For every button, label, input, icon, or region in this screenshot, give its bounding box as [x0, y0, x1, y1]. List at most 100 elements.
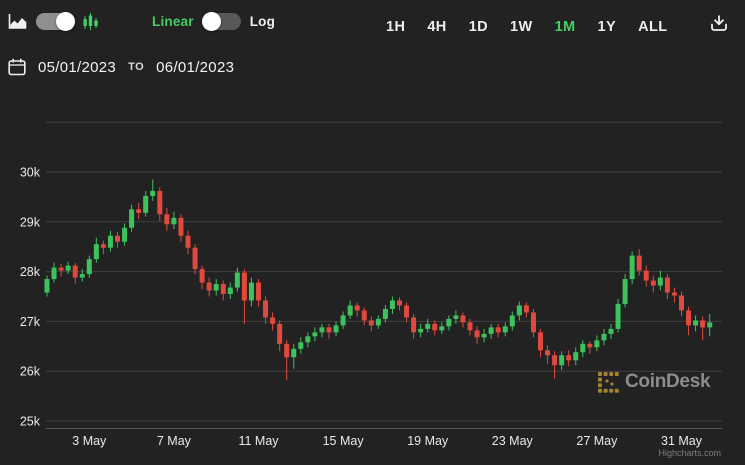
candle[interactable]: [679, 291, 684, 317]
candle[interactable]: [326, 323, 332, 339]
candle[interactable]: [538, 328, 543, 358]
range-1m[interactable]: 1M: [555, 19, 576, 35]
candle[interactable]: [601, 328, 607, 346]
candle[interactable]: [404, 302, 410, 323]
scale-toggle[interactable]: [201, 12, 241, 31]
candle[interactable]: [368, 316, 374, 332]
calendar-icon[interactable]: [8, 58, 26, 76]
candle[interactable]: [157, 186, 163, 221]
range-4h[interactable]: 4H: [427, 19, 446, 35]
candle[interactable]: [305, 332, 311, 348]
candle[interactable]: [643, 265, 649, 287]
candle[interactable]: [51, 262, 57, 283]
candle[interactable]: [523, 302, 529, 318]
candle[interactable]: [72, 263, 78, 284]
candle[interactable]: [566, 350, 572, 367]
candle[interactable]: [559, 351, 565, 371]
candle[interactable]: [411, 313, 417, 339]
candle[interactable]: [115, 231, 120, 248]
candle[interactable]: [587, 341, 593, 354]
candle[interactable]: [256, 279, 261, 307]
candle[interactable]: [354, 302, 360, 317]
candle[interactable]: [171, 211, 177, 230]
candle[interactable]: [488, 323, 494, 339]
range-1h[interactable]: 1H: [386, 19, 405, 35]
range-1d[interactable]: 1D: [469, 19, 488, 35]
range-1w[interactable]: 1W: [510, 19, 533, 35]
candle[interactable]: [530, 308, 536, 338]
candle[interactable]: [622, 274, 628, 308]
candle[interactable]: [340, 311, 346, 329]
candle[interactable]: [650, 275, 656, 293]
candle[interactable]: [509, 311, 515, 331]
candle[interactable]: [79, 269, 85, 282]
candle[interactable]: [143, 190, 149, 217]
candle[interactable]: [263, 296, 269, 324]
candle[interactable]: [248, 277, 254, 307]
candle[interactable]: [241, 269, 247, 324]
candle[interactable]: [347, 300, 353, 319]
candle[interactable]: [136, 202, 142, 220]
candle[interactable]: [375, 315, 381, 329]
range-1y[interactable]: 1Y: [598, 19, 617, 35]
candle[interactable]: [100, 240, 106, 255]
candle[interactable]: [319, 323, 325, 338]
candle[interactable]: [545, 345, 551, 364]
candle[interactable]: [439, 322, 445, 334]
candle[interactable]: [129, 204, 135, 232]
candle[interactable]: [284, 340, 290, 381]
candle[interactable]: [502, 322, 508, 337]
candle[interactable]: [150, 179, 156, 201]
candle[interactable]: [664, 274, 670, 299]
log-label[interactable]: Log: [250, 14, 275, 29]
candle[interactable]: [192, 244, 198, 275]
candle[interactable]: [573, 347, 579, 366]
candle[interactable]: [86, 255, 92, 278]
candle[interactable]: [178, 214, 184, 242]
candle[interactable]: [270, 312, 276, 331]
candle[interactable]: [164, 207, 170, 231]
candle[interactable]: [615, 298, 621, 333]
linear-label[interactable]: Linear: [152, 14, 194, 29]
candle[interactable]: [227, 282, 233, 299]
candle[interactable]: [580, 340, 586, 358]
candle[interactable]: [608, 323, 614, 339]
candle[interactable]: [516, 301, 522, 321]
candle[interactable]: [220, 280, 226, 301]
highcharts-credit[interactable]: Highcharts.com: [658, 448, 721, 458]
candle[interactable]: [107, 230, 113, 252]
candle[interactable]: [700, 316, 706, 341]
candle[interactable]: [460, 312, 466, 328]
candle[interactable]: [213, 279, 219, 296]
candle[interactable]: [707, 313, 713, 337]
candle[interactable]: [418, 323, 424, 338]
candle[interactable]: [382, 304, 388, 323]
chart-type-toggle[interactable]: [36, 12, 75, 31]
candle[interactable]: [686, 306, 692, 336]
candle[interactable]: [199, 265, 205, 290]
candle[interactable]: [206, 277, 212, 297]
end-date[interactable]: 06/01/2023: [156, 59, 234, 76]
candle[interactable]: [312, 327, 318, 342]
candle[interactable]: [474, 326, 480, 344]
candle[interactable]: [185, 230, 191, 255]
candle[interactable]: [361, 307, 367, 326]
candle[interactable]: [481, 328, 487, 343]
candle[interactable]: [291, 343, 297, 369]
candle[interactable]: [671, 287, 677, 303]
candle[interactable]: [552, 351, 558, 379]
range-all[interactable]: ALL: [638, 19, 667, 35]
area-chart-icon[interactable]: [8, 13, 27, 30]
download-button[interactable]: [709, 14, 729, 36]
candle[interactable]: [594, 335, 600, 352]
candle[interactable]: [58, 264, 64, 277]
candle[interactable]: [657, 270, 663, 291]
candle[interactable]: [298, 337, 304, 354]
candle[interactable]: [333, 321, 339, 337]
candle[interactable]: [495, 323, 501, 338]
candle[interactable]: [277, 320, 283, 352]
candle[interactable]: [122, 223, 128, 246]
candle[interactable]: [93, 237, 99, 263]
candle[interactable]: [446, 315, 452, 331]
candle[interactable]: [432, 320, 438, 336]
